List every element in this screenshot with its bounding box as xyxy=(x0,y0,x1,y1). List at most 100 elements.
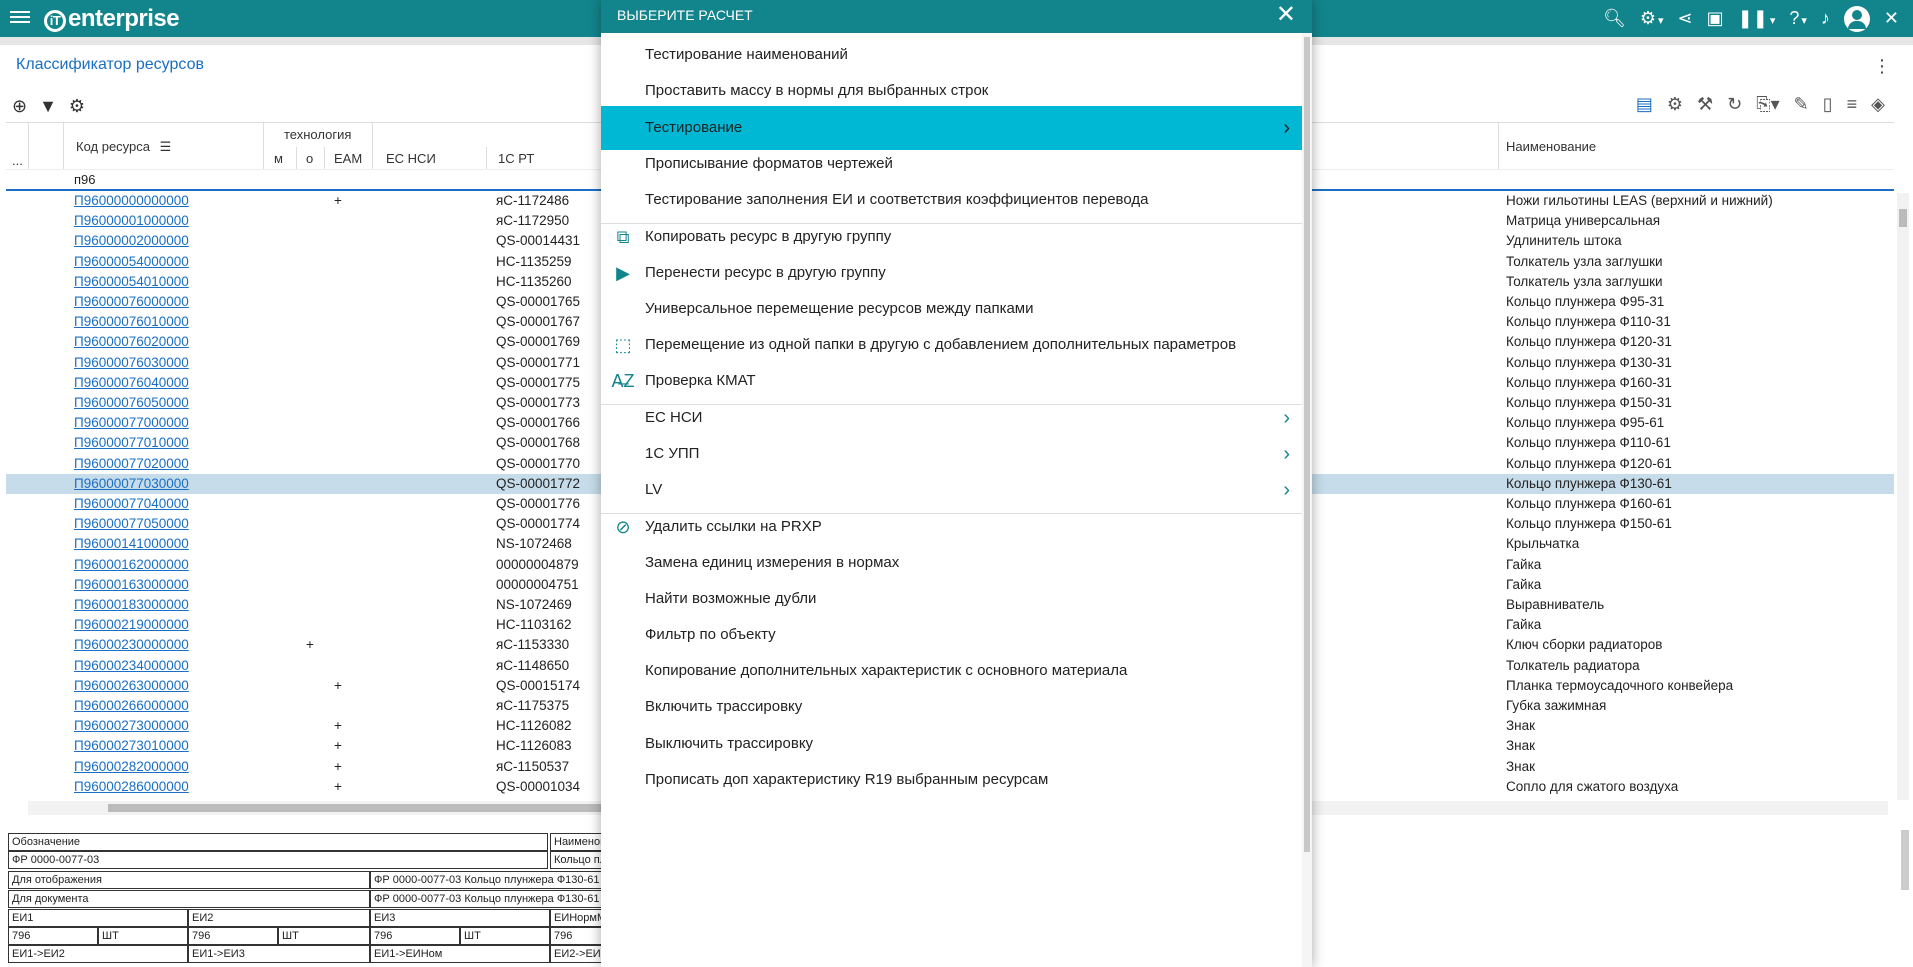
column-header-o[interactable]: о xyxy=(306,151,313,166)
resource-name: Толкатель узла заглушки xyxy=(1506,253,1663,269)
new-document-icon[interactable]: ▯ xyxy=(1823,94,1833,115)
ei2-code[interactable]: 796 xyxy=(188,927,278,945)
menu-item-label: Включить трассировку xyxy=(645,698,803,715)
box-icon[interactable]: ◈ xyxy=(1871,94,1885,115)
resource-code-link[interactable]: П96000077000000 xyxy=(74,413,189,433)
column-header-ec-nsi[interactable]: ЕС НСИ xyxy=(386,151,436,166)
filter-icon[interactable]: ▼ xyxy=(39,96,57,117)
c1-rt-code: NS-1072469 xyxy=(496,597,572,612)
menu-item-label: Тестирование наименований xyxy=(645,46,848,63)
resource-code-link[interactable]: П96000273010000 xyxy=(74,736,189,756)
menu-item-label: Копирование дополнительных характеристик… xyxy=(645,662,1128,679)
resource-code-link[interactable]: П96000077020000 xyxy=(74,454,189,474)
resource-code-link[interactable]: П96000141000000 xyxy=(74,534,189,554)
resource-code-link[interactable]: П96000076000000 xyxy=(74,292,189,312)
document-icon[interactable]: ▤ xyxy=(1636,94,1653,115)
resource-code-link[interactable]: П96000002000000 xyxy=(74,231,189,251)
pause-icon[interactable]: ❚❚ xyxy=(1738,8,1776,29)
resource-code-link[interactable]: П96000076040000 xyxy=(74,373,189,393)
ei3-code[interactable]: 796 xyxy=(370,927,460,945)
resource-code-link[interactable]: П96000077010000 xyxy=(74,433,189,453)
share-icon[interactable]: ⋖ xyxy=(1678,8,1693,29)
resource-code-link[interactable]: П96000286000000 xyxy=(74,777,189,797)
column-header-eam[interactable]: ЕАМ xyxy=(334,151,362,166)
c1-rt-code: яС-1172486 xyxy=(496,193,570,208)
column-filter-icon[interactable]: ≡ xyxy=(1847,94,1858,115)
close-icon[interactable]: ✕ xyxy=(1884,8,1899,29)
settings-icon[interactable]: ⚙ xyxy=(1640,8,1664,29)
resource-code-link[interactable]: П96000001000000 xyxy=(74,211,189,231)
resource-code-link[interactable]: П96000076010000 xyxy=(74,312,189,332)
resource-name: Кольцо плунжера Ф120-31 xyxy=(1506,334,1672,350)
ei2-unit[interactable]: ШТ xyxy=(278,927,370,945)
table-vertical-scrollbar[interactable] xyxy=(1897,193,1909,800)
resource-name: Сопло для сжатого воздуха xyxy=(1506,778,1679,794)
resource-name: Гайка xyxy=(1506,576,1542,592)
zoom-search-icon[interactable]: ⊕ xyxy=(12,96,27,117)
edit-icon[interactable]: ✎ xyxy=(1794,94,1809,115)
document-value[interactable]: ФР 0000-0077-03 Кольцо плунжера Ф130-61 xyxy=(370,890,610,908)
more-options-icon[interactable]: ⋮ xyxy=(1873,56,1891,77)
resource-code-link[interactable]: П96000077030000 xyxy=(74,474,189,494)
ei3-unit[interactable]: ШТ xyxy=(460,927,550,945)
close-icon[interactable]: ✕ xyxy=(1276,2,1296,28)
designation-value[interactable]: ФР 0000-0077-03 xyxy=(8,851,548,869)
resource-code-link[interactable]: П96000077040000 xyxy=(74,494,189,514)
resource-code-link[interactable]: П96000076020000 xyxy=(74,332,189,352)
c1-rt-code: QS-00001767 xyxy=(496,314,581,330)
resource-code-link[interactable]: П96000266000000 xyxy=(74,696,189,716)
resource-code-link[interactable]: П96000076030000 xyxy=(74,353,189,373)
menu-icon[interactable] xyxy=(10,8,30,26)
more-columns-icon[interactable]: ... xyxy=(12,153,23,168)
logo-text: enterprise xyxy=(68,5,180,32)
resource-name: Кольцо плунжера Ф160-61 xyxy=(1506,496,1672,511)
detail-scrollbar[interactable] xyxy=(1901,830,1909,890)
resource-code-link[interactable]: П96000163000000 xyxy=(74,575,189,595)
resource-code-link[interactable]: П96000054000000 xyxy=(74,252,189,272)
resource-name: Знак xyxy=(1506,758,1536,774)
resource-code-link[interactable]: П96000183000000 xyxy=(74,595,189,615)
resource-code-link[interactable]: П96000077050000 xyxy=(74,514,189,534)
menu-item[interactable]: Прописать доп характеристику R19 выбранн… xyxy=(601,758,1312,802)
c1-rt-code: НС-1135259 xyxy=(496,253,572,269)
search-icon[interactable]: 🔍︎ xyxy=(1603,8,1626,29)
column-header-name[interactable]: Наименование xyxy=(1506,139,1596,154)
resource-code-link[interactable]: П96000273000000 xyxy=(74,716,189,736)
field-label-document: Для документа xyxy=(8,890,370,908)
resource-code-link[interactable]: П96000230000000 xyxy=(74,635,189,655)
refresh-icon[interactable]: ↻ xyxy=(1727,94,1742,115)
ei1-unit[interactable]: ШТ xyxy=(98,927,188,945)
resource-code-link[interactable]: П96000076050000 xyxy=(74,393,189,413)
column-header-code[interactable]: Код ресурса ☰ xyxy=(76,139,171,155)
resource-code-link[interactable]: П96000234000000 xyxy=(74,656,189,676)
bell-icon[interactable]: ♪ xyxy=(1821,8,1830,29)
resource-code-link[interactable]: П96000282000000 xyxy=(74,757,189,777)
tools-icon[interactable]: ⚒ xyxy=(1697,94,1713,115)
column-group-technology: технология xyxy=(284,127,352,142)
resource-code-link[interactable]: П96000000000000 xyxy=(74,191,189,211)
resource-name: Гайка xyxy=(1506,556,1542,572)
app-logo[interactable]: iT enterprise xyxy=(44,5,180,33)
column-header-m[interactable]: м xyxy=(274,151,283,166)
resource-name: Кольцо плунжера Ф120-61 xyxy=(1506,455,1672,471)
resource-code-link[interactable]: П96000162000000 xyxy=(74,555,189,575)
ei1-code[interactable]: 796 xyxy=(8,927,98,945)
c1-rt-code: QS-00015174 xyxy=(496,677,581,693)
gear-icon[interactable]: ⚙ xyxy=(69,96,85,117)
c1-rt-code: QS-00001769 xyxy=(496,334,581,350)
gear-icon[interactable]: ⚙ xyxy=(1667,94,1683,115)
resource-name: Кольцо плунжера Ф110-61 xyxy=(1506,435,1671,451)
tech-eam-mark: + xyxy=(334,718,342,734)
resource-code-link[interactable]: П96000054010000 xyxy=(74,272,189,292)
display-value[interactable]: ФР 0000-0077-03 Кольцо плунжера Ф130-61 xyxy=(370,871,610,889)
sort-icon[interactable]: ☰ xyxy=(160,139,172,154)
avatar[interactable] xyxy=(1843,5,1870,32)
dialog-scrollbar[interactable] xyxy=(1302,33,1312,967)
code-filter-input[interactable]: п96 xyxy=(74,172,96,187)
resource-code-link[interactable]: П96000263000000 xyxy=(74,676,189,696)
resource-code-link[interactable]: П96000219000000 xyxy=(74,615,189,635)
help-icon[interactable]: ? xyxy=(1789,8,1807,29)
attach-icon[interactable]: ⎘▾ xyxy=(1756,94,1779,115)
column-header-1c-rt[interactable]: 1С РТ xyxy=(498,151,534,166)
archive-icon[interactable]: ▣ xyxy=(1707,8,1724,29)
